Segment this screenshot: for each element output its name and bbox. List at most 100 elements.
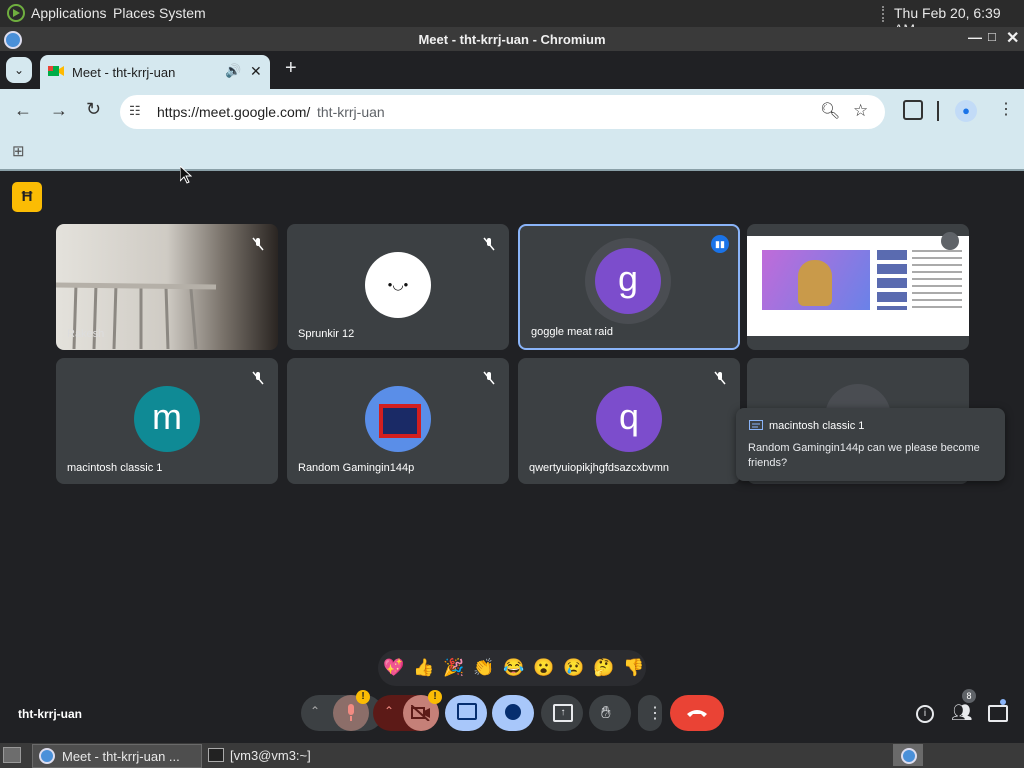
reaction-sad[interactable]: 😢 [563, 658, 584, 678]
participant-name: macintosh classic 1 [67, 462, 163, 474]
participant-tile[interactable]: Random Gamingin144p [287, 358, 509, 484]
minimize-icon[interactable]: — [968, 29, 982, 45]
raise-hand-button[interactable]: ✋︎ [589, 695, 631, 731]
present-screen-button[interactable]: ↑ [541, 695, 583, 731]
participant-name: goggle meat raid [531, 326, 613, 338]
workspace-chromium-icon [901, 748, 917, 764]
taskbar-item-label: Meet - tht-krrj-uan ... [62, 749, 180, 764]
browser-toolbar: ← → ↻ ☷ https://meet.google.com/ tht-krr… [0, 89, 1024, 135]
meeting-code: tht-krrj-uan [18, 707, 82, 721]
leave-call-button[interactable] [670, 695, 724, 731]
more-options-button[interactable]: ⋮ [638, 695, 663, 731]
participant-name: Random Gamingin144p [298, 462, 415, 474]
mic-control-group: ⌃ ! [301, 690, 383, 731]
participant-avatar: •◡• [365, 252, 431, 318]
participant-tile[interactable]: q qwertyuiopikjhgfdsazcxbvmn [518, 358, 740, 484]
presentation-tile[interactable] [747, 224, 969, 350]
url-host: https://meet.google.com/ [157, 104, 311, 120]
taskbar-item-label: [vm3@vm3:~] [230, 748, 311, 763]
mic-options-chevron-icon[interactable]: ⌃ [310, 704, 320, 718]
hang-up-icon [687, 710, 707, 717]
toolbar-divider [937, 101, 939, 121]
tab-strip: ⌄ Meet - tht-krrj-uan 🔊 ✕ + [0, 51, 1024, 89]
camera-options-chevron-icon[interactable]: ⌃ [384, 704, 394, 718]
applications-menu[interactable]: Applications [31, 5, 107, 21]
tab-close-icon[interactable]: ✕ [250, 63, 262, 80]
address-bar[interactable]: ☷ https://meet.google.com/ tht-krrj-uan … [120, 95, 885, 129]
profile-icon[interactable]: ● [955, 100, 977, 122]
reaction-party[interactable]: 🎉 [443, 658, 464, 678]
site-info-icon[interactable]: ☷ [129, 103, 141, 119]
reaction-thumbs-up[interactable]: 👍 [413, 658, 434, 678]
participant-name: Sprunkir 12 [298, 328, 355, 340]
camera-off-icon [411, 705, 430, 721]
presenter-figure [798, 260, 832, 306]
meet-stage: Ħ Rakesh •◡• Sprunkir 12 g ▮▮ goggle mea… [0, 171, 1024, 741]
emoji-reactions-button[interactable] [492, 695, 534, 731]
reaction-thinking[interactable]: 🤔 [593, 658, 614, 678]
distro-logo-icon[interactable] [7, 4, 25, 22]
apps-grid-icon[interactable]: ⊞ [12, 142, 25, 160]
tab-meet[interactable]: Meet - tht-krrj-uan 🔊 ✕ [40, 55, 270, 89]
mic-off-icon [714, 371, 726, 385]
mic-warning-badge: ! [356, 690, 370, 704]
reaction-heart[interactable]: 💖 [383, 658, 404, 678]
captions-icon [457, 703, 477, 720]
participant-tile[interactable]: •◡• Sprunkir 12 [287, 224, 509, 350]
present-screen-icon: ↑ [553, 704, 573, 722]
participant-tile-speaking[interactable]: g ▮▮ goggle meat raid [518, 224, 740, 350]
close-window-icon[interactable]: ✕ [1006, 28, 1019, 48]
people-icon[interactable]: 👥︎ [951, 703, 973, 723]
companion-logo-icon[interactable]: Ħ [12, 182, 42, 212]
avatar-art [379, 404, 421, 438]
back-icon[interactable]: ← [14, 100, 32, 121]
mic-off-icon [483, 371, 495, 385]
extensions-icon[interactable] [903, 100, 923, 120]
video-thumbnail [762, 250, 870, 310]
reaction-surprised[interactable]: 😮 [533, 658, 554, 678]
meeting-info-icon[interactable]: i [916, 705, 934, 723]
captions-button[interactable] [445, 695, 487, 731]
system-menu[interactable]: System [159, 5, 206, 21]
maximize-icon[interactable]: □ [988, 29, 996, 44]
people-count-badge: 8 [962, 689, 976, 703]
tab-title: Meet - tht-krrj-uan [72, 65, 176, 80]
camera-warning-badge: ! [428, 690, 442, 704]
participant-avatar [365, 386, 431, 452]
chat-sender: macintosh classic 1 [769, 420, 865, 432]
reaction-clap[interactable]: 👏 [473, 658, 494, 678]
camera-control-group: ⌃ ! [373, 690, 442, 731]
window-title: Meet - tht-krrj-uan - Chromium [418, 32, 606, 47]
participant-name: Rakesh [67, 328, 105, 340]
os-taskbar: Meet - tht-krrj-uan ... [vm3@vm3:~] [0, 743, 1024, 768]
participant-tile[interactable]: Rakesh [56, 224, 278, 350]
window-titlebar: Meet - tht-krrj-uan - Chromium — □ ✕ [0, 27, 1024, 51]
meet-favicon-icon [48, 66, 64, 76]
show-desktop-icon[interactable] [3, 747, 21, 763]
hand-icon: ✋︎ [601, 703, 611, 722]
workspace-switcher[interactable] [893, 744, 923, 766]
chat-notification[interactable]: macintosh classic 1 Random Gamingin144p … [736, 408, 1005, 481]
tab-audio-icon[interactable]: 🔊 [225, 63, 241, 79]
forward-icon[interactable]: → [50, 100, 68, 121]
places-menu[interactable]: Places [113, 5, 155, 21]
zoom-icon[interactable]: 🔍︎ [820, 101, 840, 121]
reactions-bar: 💖 👍 🎉 👏 😂 😮 😢 🤔 👎 [378, 650, 646, 686]
bookmark-star-icon[interactable]: ☆ [853, 101, 868, 121]
mic-off-icon [252, 371, 264, 385]
chat-unread-dot [1000, 699, 1006, 705]
reaction-laugh[interactable]: 😂 [503, 658, 524, 678]
chat-panel-icon[interactable] [988, 705, 1008, 722]
tab-search-icon[interactable]: ⌄ [6, 57, 32, 83]
participant-tile[interactable]: m macintosh classic 1 [56, 358, 278, 484]
taskbar-item-terminal[interactable]: [vm3@vm3:~] [203, 744, 363, 766]
new-tab-icon[interactable]: + [285, 57, 297, 80]
sidebar-thumbnails [877, 250, 907, 310]
reaction-thumbs-down[interactable]: 👎 [623, 658, 644, 678]
url-path: tht-krrj-uan [317, 104, 385, 120]
panel-separator [882, 6, 888, 22]
menu-kebab-icon[interactable]: ⋮ [998, 99, 1014, 119]
mic-off-icon [483, 237, 495, 251]
taskbar-item-chromium[interactable]: Meet - tht-krrj-uan ... [32, 744, 202, 768]
reload-icon[interactable]: ↻ [86, 99, 101, 120]
